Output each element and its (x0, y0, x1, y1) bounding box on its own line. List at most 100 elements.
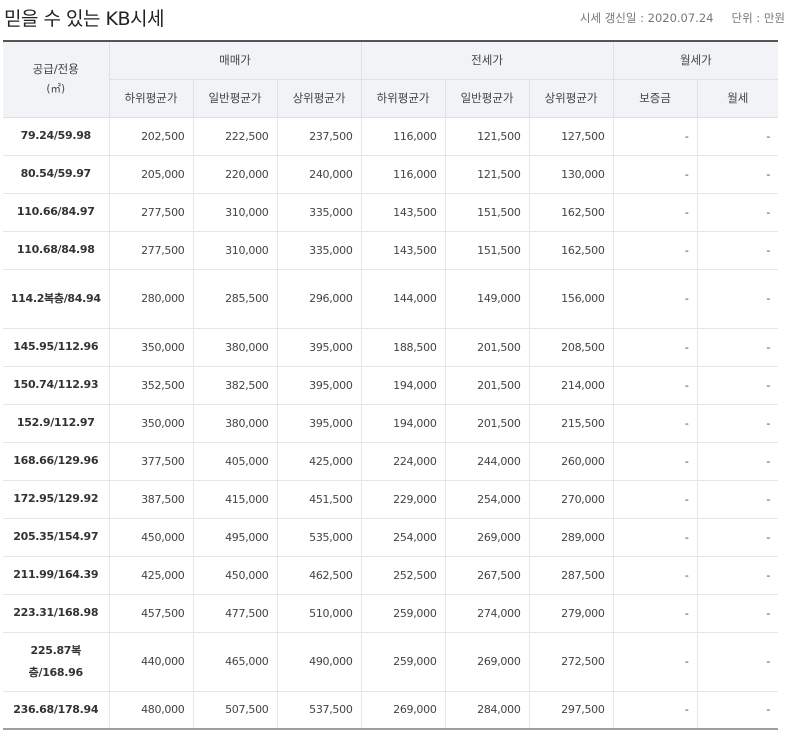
cell-jeonse-high: 214,000 (528, 365, 614, 405)
table-row: 80.54/59.97 205,000 220,000 240,000 116,000 1… (3, 154, 779, 194)
cell-sale-mid: 222,500 (192, 116, 278, 156)
cell-jeonse-high: 297,500 (528, 690, 614, 730)
cell-sale-low: 280,000 (108, 268, 194, 329)
table-row: 168.66/129.96 377,500 405,000 425,000 224,00… (3, 441, 779, 481)
title-bar: 믿을 수 있는 KB시세 시세 갱신일 : 2020.07.24 단위 : 만원 (4, 0, 791, 36)
cell-rent: - (696, 555, 779, 595)
header-rent: 월세 (696, 78, 779, 118)
table-row: 223.31/168.98 457,500 477,500 510,000 259,00… (3, 593, 779, 633)
cell-jeonse-high: 270,000 (528, 479, 614, 519)
cell-area: 223.31/168.98 (3, 593, 110, 633)
cell-sale-low: 352,500 (108, 365, 194, 405)
cell-area: 145.95/112.96 (3, 327, 110, 367)
header-jeonse: 전세가 (360, 40, 614, 80)
cell-sale-high: 462,500 (276, 555, 362, 595)
cell-jeonse-mid: 269,000 (444, 631, 530, 692)
cell-deposit: - (612, 365, 698, 405)
cell-jeonse-mid: 121,500 (444, 116, 530, 156)
header-jeonse-low: 하위평균가 (360, 78, 446, 118)
cell-jeonse-low: 143,500 (360, 192, 446, 232)
table-body: 79.24/59.98 202,500 222,500 237,500 116,000 1… (3, 116, 779, 730)
cell-rent: - (696, 517, 779, 557)
header-area-label: 공급/전용 (32, 62, 79, 77)
cell-jeonse-high: 162,500 (528, 192, 614, 232)
cell-jeonse-high: 130,000 (528, 154, 614, 194)
table-row: 110.68/84.98 277,500 310,000 335,000 143,500… (3, 230, 779, 270)
cell-jeonse-low: 269,000 (360, 690, 446, 730)
cell-jeonse-low: 229,000 (360, 479, 446, 519)
cell-jeonse-high: 279,000 (528, 593, 614, 633)
table-row: 114.2복층/84.94 280,000 285,500 296,000 144,00… (3, 268, 779, 329)
cell-jeonse-low: 144,000 (360, 268, 446, 329)
kb-price-table: 공급/전용 (㎡) 매매가 전세가 월세가 하위평균가 일반평균가 상위평균가 … (3, 40, 779, 730)
cell-sale-high: 237,500 (276, 116, 362, 156)
cell-jeonse-low: 224,000 (360, 441, 446, 481)
cell-jeonse-low: 116,000 (360, 154, 446, 194)
cell-jeonse-low: 188,500 (360, 327, 446, 367)
cell-jeonse-low: 143,500 (360, 230, 446, 270)
cell-sale-low: 450,000 (108, 517, 194, 557)
cell-area: 110.68/84.98 (3, 230, 110, 270)
cell-sale-low: 205,000 (108, 154, 194, 194)
cell-sale-low: 440,000 (108, 631, 194, 692)
cell-rent: - (696, 403, 779, 443)
header-sale-mid: 일반평균가 (192, 78, 278, 118)
cell-jeonse-low: 194,000 (360, 403, 446, 443)
cell-sale-low: 202,500 (108, 116, 194, 156)
cell-rent: - (696, 116, 779, 156)
cell-area: 205.35/154.97 (3, 517, 110, 557)
cell-jeonse-high: 127,500 (528, 116, 614, 156)
table-row: 145.95/112.96 350,000 380,000 395,000 188,50… (3, 327, 779, 367)
cell-jeonse-mid: 244,000 (444, 441, 530, 481)
cell-sale-mid: 310,000 (192, 192, 278, 232)
cell-jeonse-mid: 149,000 (444, 268, 530, 329)
table-row: 152.9/112.97 350,000 380,000 395,000 194,000… (3, 403, 779, 443)
cell-sale-mid: 285,500 (192, 268, 278, 329)
table-row: 79.24/59.98 202,500 222,500 237,500 116,000 1… (3, 116, 779, 156)
cell-area: 225.87복층/168.96 (3, 631, 110, 692)
header-deposit: 보증금 (612, 78, 698, 118)
cell-sale-high: 510,000 (276, 593, 362, 633)
cell-jeonse-low: 252,500 (360, 555, 446, 595)
cell-jeonse-mid: 284,000 (444, 690, 530, 730)
cell-deposit: - (612, 116, 698, 156)
cell-deposit: - (612, 479, 698, 519)
cell-sale-high: 535,000 (276, 517, 362, 557)
cell-rent: - (696, 230, 779, 270)
cell-jeonse-mid: 121,500 (444, 154, 530, 194)
header-jeonse-high: 상위평균가 (528, 78, 614, 118)
cell-rent: - (696, 690, 779, 730)
cell-jeonse-low: 254,000 (360, 517, 446, 557)
cell-rent: - (696, 268, 779, 329)
cell-sale-high: 240,000 (276, 154, 362, 194)
cell-jeonse-low: 259,000 (360, 593, 446, 633)
cell-sale-mid: 465,000 (192, 631, 278, 692)
cell-sale-high: 335,000 (276, 192, 362, 232)
cell-deposit: - (612, 154, 698, 194)
cell-area: 79.24/59.98 (3, 116, 110, 156)
cell-sale-low: 480,000 (108, 690, 194, 730)
cell-jeonse-mid: 254,000 (444, 479, 530, 519)
cell-deposit: - (612, 441, 698, 481)
page-title: 믿을 수 있는 KB시세 (4, 8, 164, 30)
cell-area: 150.74/112.93 (3, 365, 110, 405)
cell-jeonse-low: 194,000 (360, 365, 446, 405)
cell-area: 168.66/129.96 (3, 441, 110, 481)
cell-deposit: - (612, 631, 698, 692)
header-area: 공급/전용 (㎡) (3, 40, 110, 118)
cell-sale-high: 395,000 (276, 365, 362, 405)
cell-jeonse-mid: 201,500 (444, 365, 530, 405)
cell-rent: - (696, 441, 779, 481)
header-sale: 매매가 (108, 40, 362, 80)
cell-jeonse-high: 215,500 (528, 403, 614, 443)
table-row: 211.99/164.39 425,000 450,000 462,500 252,50… (3, 555, 779, 595)
cell-rent: - (696, 593, 779, 633)
cell-jeonse-high: 162,500 (528, 230, 614, 270)
cell-deposit: - (612, 327, 698, 367)
cell-rent: - (696, 631, 779, 692)
cell-rent: - (696, 154, 779, 194)
cell-sale-low: 457,500 (108, 593, 194, 633)
cell-sale-high: 335,000 (276, 230, 362, 270)
cell-jeonse-mid: 201,500 (444, 327, 530, 367)
header-sale-high: 상위평균가 (276, 78, 362, 118)
